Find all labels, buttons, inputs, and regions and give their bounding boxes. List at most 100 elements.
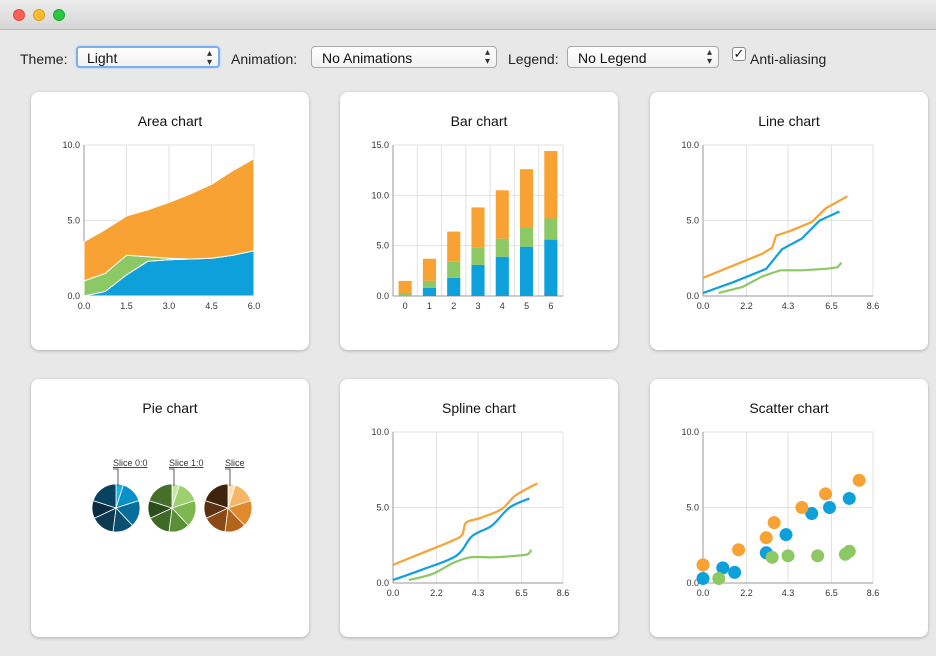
spline-chart-card: Spline chart 10.0 5.0 0.0 0.0 2.2 4.3 6.5 8.6	[340, 379, 618, 637]
y-tick-label: 5.0	[376, 503, 389, 513]
slice-label: Slice	[225, 458, 245, 468]
scatter-chart-card: Scatter chart 10.0 5.0 0.0 0.0 2.2 4.3 6.5 8.6	[650, 379, 928, 637]
x-tick-label: 8.6	[867, 301, 880, 311]
bar-segment	[495, 238, 509, 257]
x-tick-label: 4.3	[782, 588, 795, 598]
select-arrows-icon: ▴ ▾	[484, 47, 490, 67]
theme-label: Theme:	[20, 51, 68, 67]
y-tick-label: 5.0	[67, 216, 80, 226]
animation-select[interactable]: No Animations ▴ ▾	[311, 46, 497, 68]
x-tick-label: 6.5	[825, 588, 838, 598]
x-tick-label: 2.2	[740, 588, 753, 598]
x-tick-label: 0	[403, 301, 408, 311]
x-tick-label: 3	[475, 301, 480, 311]
bar-segment	[398, 280, 412, 293]
slice-leader-line	[169, 468, 175, 486]
scatter-point	[779, 528, 793, 542]
slice-leader-line	[225, 468, 231, 486]
y-tick-label: 10.0	[371, 427, 389, 437]
x-tick-label: 0.0	[78, 301, 91, 311]
bar-segment	[495, 256, 509, 296]
scatter-point	[696, 558, 710, 572]
y-tick-label: 5.0	[686, 216, 699, 226]
x-tick-label: 0.0	[387, 588, 400, 598]
legend-label: Legend:	[508, 51, 559, 67]
pie-chart-card: Pie chart Slice 0:0 Slice 1:0 Slice	[31, 379, 309, 637]
bar-segment	[422, 258, 436, 281]
y-tick-label: 10.0	[681, 427, 699, 437]
spline-chart-plot: 10.0 5.0 0.00.0 2.2 4.3 6.5 8.6	[371, 427, 569, 598]
scatter-point	[842, 544, 856, 558]
bar-segment	[544, 218, 558, 240]
title-bar	[0, 0, 936, 30]
scatter-point	[732, 543, 746, 557]
theme-select-value: Light	[87, 50, 118, 66]
scatter-point	[781, 549, 795, 563]
bar-segment	[495, 190, 509, 239]
scatter-point	[696, 571, 710, 585]
bar-segment	[520, 227, 534, 247]
x-tick-label: 2.2	[430, 588, 443, 598]
bar-segment	[422, 280, 436, 288]
area-chart-card: Area chart 10.0 5.0 0.0 0.0 1.5 3.0 4.5 6.0	[31, 92, 309, 350]
line-chart-card: Line chart 10.0 5.0 0.0 0.0 2.2 4.3 6.5 8.6	[650, 92, 928, 350]
app-window: Theme: Light ▴ ▾ Animation: No Animations…	[0, 0, 936, 656]
bar-segment	[422, 287, 436, 296]
bar-chart-card: Bar chart 15.0 10.0 5.0 0.0 0 1 2 3 4 5 6	[340, 92, 618, 350]
pie-chart-plot: Slice 0:0 Slice 1:0 Slice	[91, 458, 253, 533]
animation-select-value: No Animations	[322, 50, 413, 66]
scatter-point	[759, 531, 773, 545]
y-tick-label: 0.0	[376, 291, 389, 301]
y-tick-label: 10.0	[62, 140, 80, 150]
slice-label: Slice 0:0	[113, 458, 148, 468]
y-tick-label: 5.0	[686, 503, 699, 513]
toolbar: Theme: Light ▴ ▾ Animation: No Animations…	[0, 30, 936, 86]
slice-label: Slice 1:0	[169, 458, 204, 468]
x-tick-label: 4.5	[205, 301, 218, 311]
antialiasing-checkbox[interactable]: ✓	[732, 47, 746, 61]
bar-segment	[447, 231, 461, 262]
theme-select[interactable]: Light ▴ ▾	[76, 46, 220, 68]
y-tick-label: 10.0	[371, 190, 389, 200]
bar-segment	[544, 151, 558, 219]
bar-segment	[398, 292, 412, 296]
bar-segment	[471, 247, 485, 265]
legend-select[interactable]: No Legend ▴ ▾	[567, 46, 719, 68]
bar-segment	[471, 207, 485, 248]
y-tick-label: 0.0	[376, 578, 389, 588]
legend-select-value: No Legend	[578, 50, 647, 66]
bar-segment	[520, 169, 534, 228]
y-tick-label: 10.0	[681, 140, 699, 150]
bar-segment	[520, 246, 534, 296]
scatter-point	[712, 571, 726, 585]
x-tick-label: 0.0	[697, 588, 710, 598]
select-arrows-icon: ▴ ▾	[706, 47, 712, 67]
x-tick-label: 4.3	[782, 301, 795, 311]
x-tick-label: 5	[524, 301, 529, 311]
x-tick-label: 3.0	[163, 301, 176, 311]
scatter-point	[852, 473, 866, 487]
close-window-button[interactable]	[13, 9, 25, 21]
zoom-window-button[interactable]	[53, 9, 65, 21]
line-series-1	[718, 262, 843, 295]
x-tick-label: 6	[548, 301, 553, 311]
bar-segment	[544, 239, 558, 296]
select-arrows-icon: ▴ ▾	[206, 48, 212, 68]
scatter-point	[767, 516, 781, 530]
x-tick-label: 6.0	[248, 301, 261, 311]
slice-leader-line	[113, 468, 119, 486]
x-tick-label: 0.0	[697, 301, 710, 311]
scatter-point	[819, 487, 833, 501]
bar-chart-plot: 15.0 10.0 5.0 0.0 0 1 2 3 4 5 6	[371, 140, 564, 311]
bar-segment	[447, 277, 461, 296]
line-series-0	[702, 210, 840, 295]
scatter-point	[811, 549, 825, 563]
area-chart-plot: 10.0 5.0 0.00.0 1.5 3.0 4.5 6.0	[62, 140, 261, 311]
x-tick-label: 6.5	[825, 301, 838, 311]
line-chart-plot: 10.0 5.0 0.00.0 2.2 4.3 6.5 8.6	[681, 140, 880, 311]
minimize-window-button[interactable]	[33, 9, 45, 21]
y-tick-label: 0.0	[67, 291, 80, 301]
y-tick-label: 5.0	[376, 241, 389, 251]
spline-series-1	[408, 549, 533, 582]
x-tick-label: 2	[451, 301, 456, 311]
